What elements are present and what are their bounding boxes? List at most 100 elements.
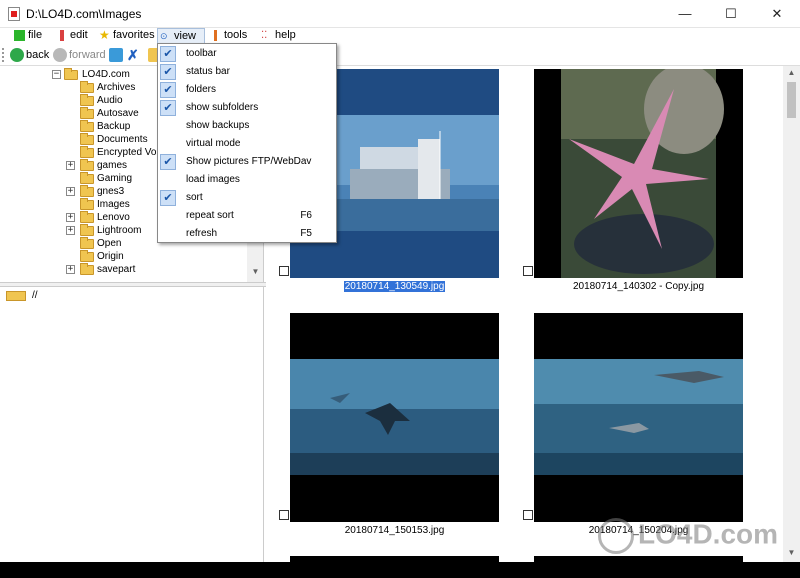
caption-text: 20180714_150153.jpg bbox=[344, 525, 445, 536]
tree-item-label: games bbox=[97, 160, 128, 171]
view-menu-item[interactable]: ✔ folders bbox=[158, 81, 336, 99]
folder-icon bbox=[80, 211, 94, 223]
back-label: back bbox=[26, 49, 50, 61]
forward-button[interactable]: forward bbox=[51, 47, 106, 63]
view-menu-item[interactable]: virtual mode bbox=[158, 135, 336, 153]
star-icon: ★ bbox=[99, 28, 110, 42]
menu-view[interactable]: ⊙ view bbox=[157, 28, 205, 44]
menu-favorites-label: favorites bbox=[113, 29, 155, 41]
view-menu-item-label: show backups bbox=[186, 120, 250, 131]
caption-text: 20180714_140302 - Copy.jpg bbox=[572, 281, 705, 292]
menu-tools[interactable]: tools bbox=[208, 28, 247, 44]
tools-icon bbox=[214, 30, 217, 41]
expand-icon[interactable]: + bbox=[66, 265, 75, 274]
thumbnail-image[interactable] bbox=[534, 69, 743, 278]
view-menu-item[interactable]: ✔ toolbar bbox=[158, 45, 336, 63]
maximize-button[interactable]: ☐ bbox=[708, 0, 754, 28]
gallery-scroll-thumb[interactable] bbox=[787, 82, 796, 118]
thumbnail-checkbox[interactable] bbox=[279, 266, 289, 276]
view-menu-item[interactable]: show backups bbox=[158, 117, 336, 135]
view-menu-item[interactable]: ✔ Show pictures FTP/WebDav bbox=[158, 153, 336, 171]
folder-icon bbox=[80, 198, 94, 210]
expand-icon[interactable]: + bbox=[66, 213, 75, 222]
tree-item-label: Gaming bbox=[97, 173, 133, 184]
folder-icon bbox=[80, 146, 94, 158]
back-arrow-icon bbox=[10, 48, 24, 62]
minimize-button[interactable]: — bbox=[662, 0, 708, 28]
tree-item-label: savepart bbox=[97, 264, 136, 275]
view-menu-item[interactable]: refresh F5 bbox=[158, 225, 336, 243]
tree-item-label: Lenovo bbox=[97, 212, 130, 223]
gallery-scrollbar[interactable]: ▲ ▼ bbox=[783, 66, 800, 562]
thumbnail-caption[interactable]: 20180714_140302 - Copy.jpg bbox=[534, 280, 743, 294]
aquarium-shark-photo bbox=[534, 359, 743, 475]
window-title: D:\LO4D.com\Images bbox=[26, 7, 142, 21]
tree-item-label: Archives bbox=[97, 82, 136, 93]
back-button[interactable]: back bbox=[8, 47, 49, 63]
checkmark-icon: ✔ bbox=[160, 82, 176, 98]
view-menu-item[interactable]: ✔ show subfolders bbox=[158, 99, 336, 117]
watermark-logo: LO4D.com bbox=[598, 518, 778, 558]
thumbnail-gallery: 20180714_130549.jpg 20180714_140302 - Co… bbox=[270, 66, 800, 562]
checkmark-icon: ✔ bbox=[160, 154, 176, 170]
view-menu-item-label: status bar bbox=[186, 66, 230, 77]
menu-file-label: file bbox=[28, 29, 43, 41]
scroll-down-icon[interactable]: ▼ bbox=[783, 548, 800, 557]
view-menu-item-label: repeat sort bbox=[186, 210, 234, 221]
menu-help-label: help bbox=[275, 29, 296, 41]
tree-item-label: Backup bbox=[97, 121, 131, 132]
tree-item-label: gnes3 bbox=[97, 186, 125, 197]
folder-icon bbox=[80, 120, 94, 132]
thumbnail-checkbox[interactable] bbox=[523, 510, 533, 520]
caption-text: 20180714_130549.jpg bbox=[343, 281, 446, 292]
upload-button[interactable] bbox=[107, 47, 123, 63]
thumbnail-checkbox[interactable] bbox=[523, 266, 533, 276]
expand-icon[interactable]: + bbox=[66, 226, 75, 235]
close-button[interactable]: ✕ bbox=[754, 0, 800, 28]
tree-item-label: Images bbox=[97, 199, 130, 210]
folder-icon bbox=[80, 224, 94, 236]
menu-help[interactable]: ⁚⁚ help bbox=[259, 28, 296, 44]
expand-icon[interactable]: + bbox=[66, 187, 75, 196]
scroll-down-icon[interactable]: ▼ bbox=[247, 267, 263, 276]
view-icon: ⊙ bbox=[160, 31, 168, 41]
view-menu-item-label: load images bbox=[186, 174, 240, 185]
thumbnail-checkbox[interactable] bbox=[279, 510, 289, 520]
checkmark-icon: ✔ bbox=[160, 190, 176, 206]
menu-file[interactable]: file bbox=[12, 28, 42, 44]
scroll-up-icon[interactable]: ▲ bbox=[783, 68, 800, 77]
folder-icon bbox=[80, 172, 94, 184]
tree-item-label: Open bbox=[97, 238, 122, 249]
thumbnail-caption[interactable]: 20180714_130549.jpg bbox=[290, 280, 499, 294]
app-icon bbox=[8, 7, 20, 21]
view-menu-item[interactable]: ✔ status bar bbox=[158, 63, 336, 81]
delete-x-icon: ✗ bbox=[127, 47, 139, 63]
thumbnail-caption[interactable]: 20180714_150153.jpg bbox=[290, 524, 499, 538]
thumbnail-image[interactable] bbox=[290, 313, 499, 522]
watermark-text: LO4D.com bbox=[638, 518, 779, 550]
thumbnail-image[interactable] bbox=[534, 313, 743, 522]
view-menu-item[interactable]: repeat sort F6 bbox=[158, 207, 336, 225]
view-menu-item[interactable]: ✔ sort bbox=[158, 189, 336, 207]
view-menu-item-label: toolbar bbox=[186, 48, 217, 59]
folder-icon bbox=[80, 263, 94, 275]
help-icon: ⁚⁚ bbox=[261, 30, 268, 41]
list-item[interactable]: // bbox=[6, 289, 38, 303]
checkmark-icon: ✔ bbox=[160, 46, 176, 62]
expand-icon[interactable]: + bbox=[66, 161, 75, 170]
menu-edit[interactable]: edit bbox=[54, 28, 88, 44]
collapse-icon[interactable]: − bbox=[52, 70, 61, 79]
toolbar-grip[interactable] bbox=[2, 48, 4, 62]
delete-button[interactable]: ✗ bbox=[127, 47, 143, 63]
tree-item-label: Lightroom bbox=[97, 225, 142, 236]
list-item-label: // bbox=[32, 290, 38, 301]
menu-tools-label: tools bbox=[224, 29, 248, 41]
view-menu-item[interactable]: load images bbox=[158, 171, 336, 189]
folder-icon bbox=[80, 94, 94, 106]
folder-icon bbox=[80, 159, 94, 171]
shortcut-label: F6 bbox=[300, 210, 312, 221]
shortcut-label: F5 bbox=[300, 228, 312, 239]
watermark-globe-icon bbox=[598, 518, 634, 554]
menu-favorites[interactable]: ★ favorites bbox=[97, 28, 155, 44]
edit-icon bbox=[60, 30, 64, 41]
